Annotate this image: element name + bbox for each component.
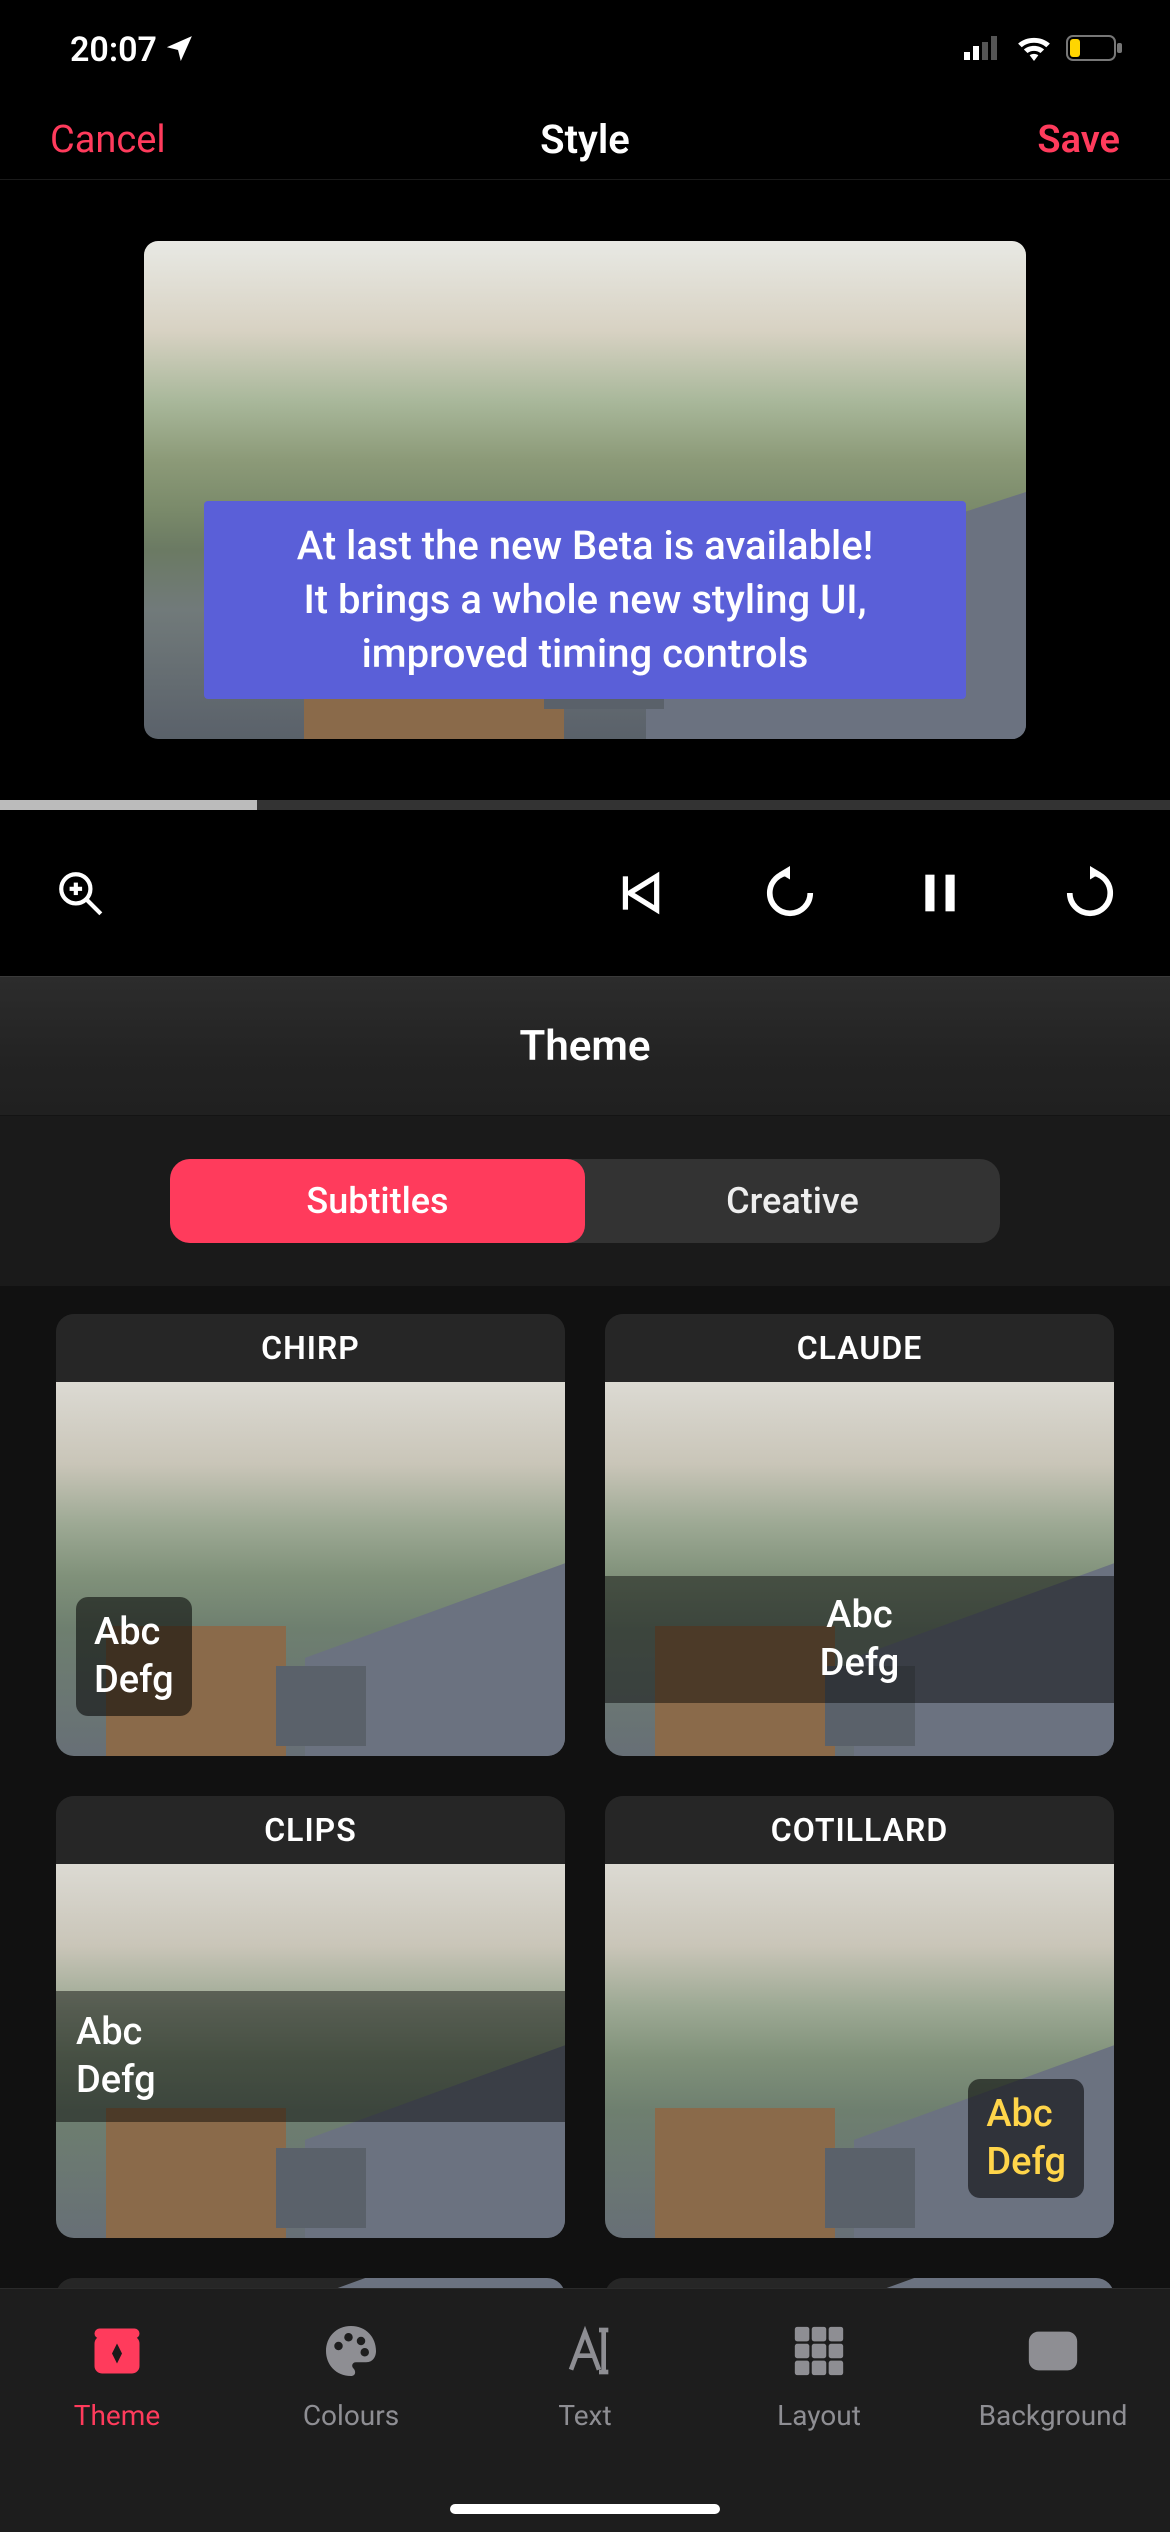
tab-layout[interactable]: Layout — [702, 2289, 936, 2532]
tab-label: Colours — [303, 2399, 399, 2432]
page-title: Style — [540, 116, 630, 163]
theme-thumbnail: AbcDefg — [605, 1382, 1114, 1756]
theme-card-default[interactable]: DEFAULT — [56, 2278, 565, 2288]
battery-icon — [1066, 35, 1124, 65]
palette-icon — [317, 2317, 385, 2385]
timeline-scrubber[interactable] — [0, 800, 1170, 810]
subtitle-line-1: At last the new Beta is available! — [234, 519, 936, 573]
theme-list[interactable]: CHIRP AbcDefg CLAUDE AbcDefg CLIPS AbcDe… — [0, 1286, 1170, 2288]
tab-background[interactable]: Background — [936, 2289, 1170, 2532]
tab-bar: Theme Colours Text Layout Background — [0, 2288, 1170, 2532]
video-preview[interactable]: At last the new Beta is available! It br… — [0, 180, 1170, 800]
subtitle-line-2: It brings a whole new styling UI, — [234, 573, 936, 627]
clock-text: 20:07 — [70, 30, 157, 70]
segment-container: Subtitles Creative — [0, 1116, 1170, 1286]
tab-label: Theme — [74, 2399, 160, 2432]
theme-card-claude[interactable]: CLAUDE AbcDefg — [605, 1314, 1114, 1756]
tab-colours[interactable]: Colours — [234, 2289, 468, 2532]
background-icon — [1019, 2317, 1087, 2385]
tab-theme[interactable]: Theme — [0, 2289, 234, 2532]
subtitle-line-3: improved timing controls — [234, 627, 936, 681]
theme-thumbnail: AbcDefg — [56, 1864, 565, 2238]
loop-button[interactable] — [1060, 863, 1120, 923]
theme-icon — [83, 2317, 151, 2385]
theme-sample-text: AbcDefg — [968, 2079, 1084, 2198]
theme-card-cotillard[interactable]: COTILLARD AbcDefg — [605, 1796, 1114, 2238]
section-title: Theme — [0, 976, 1170, 1116]
subtitle-overlay: At last the new Beta is available! It br… — [204, 501, 966, 699]
tab-label: Background — [979, 2399, 1128, 2432]
theme-card-title: COTILLARD — [605, 1796, 1114, 1864]
theme-thumbnail: AbcDefg — [56, 1382, 565, 1756]
theme-card-clips[interactable]: CLIPS AbcDefg — [56, 1796, 565, 2238]
tab-label: Layout — [777, 2399, 861, 2432]
status-time: 20:07 — [70, 30, 193, 70]
theme-card-title: CLAUDE — [605, 1314, 1114, 1382]
theme-thumbnail: AbcDefg — [605, 1864, 1114, 2238]
home-indicator[interactable] — [450, 2504, 720, 2514]
wifi-icon — [1016, 35, 1052, 65]
theme-card-chirp[interactable]: CHIRP AbcDefg — [56, 1314, 565, 1756]
video-frame: At last the new Beta is available! It br… — [144, 241, 1026, 739]
status-right — [964, 35, 1124, 65]
theme-card-title: CLIPS — [56, 1796, 565, 1864]
status-bar: 20:07 — [0, 0, 1170, 100]
segment-creative[interactable]: Creative — [585, 1159, 1000, 1243]
cancel-button[interactable]: Cancel — [50, 118, 166, 162]
replay-button[interactable] — [760, 863, 820, 923]
grid-icon — [785, 2317, 853, 2385]
theme-sample-text: AbcDefg — [605, 1576, 1114, 1703]
location-arrow-icon — [167, 30, 193, 70]
tab-text[interactable]: Text — [468, 2289, 702, 2532]
zoom-in-button[interactable] — [50, 863, 110, 923]
theme-card-huppert[interactable]: HUPPERT — [605, 2278, 1114, 2288]
save-button[interactable]: Save — [1037, 118, 1120, 162]
theme-mode-segmented: Subtitles Creative — [170, 1159, 1000, 1243]
theme-card-title: CHIRP — [56, 1314, 565, 1382]
scrubber-progress — [0, 800, 257, 810]
text-cursor-icon — [551, 2317, 619, 2385]
pause-button[interactable] — [910, 863, 970, 923]
nav-bar: Cancel Style Save — [0, 100, 1170, 180]
theme-sample-text: AbcDefg — [56, 1991, 565, 2122]
cellular-icon — [964, 36, 1002, 64]
segment-subtitles[interactable]: Subtitles — [170, 1159, 585, 1243]
tab-label: Text — [558, 2399, 611, 2432]
playback-controls — [0, 810, 1170, 976]
theme-sample-text: AbcDefg — [76, 1597, 192, 1716]
skip-to-start-button[interactable] — [610, 863, 670, 923]
